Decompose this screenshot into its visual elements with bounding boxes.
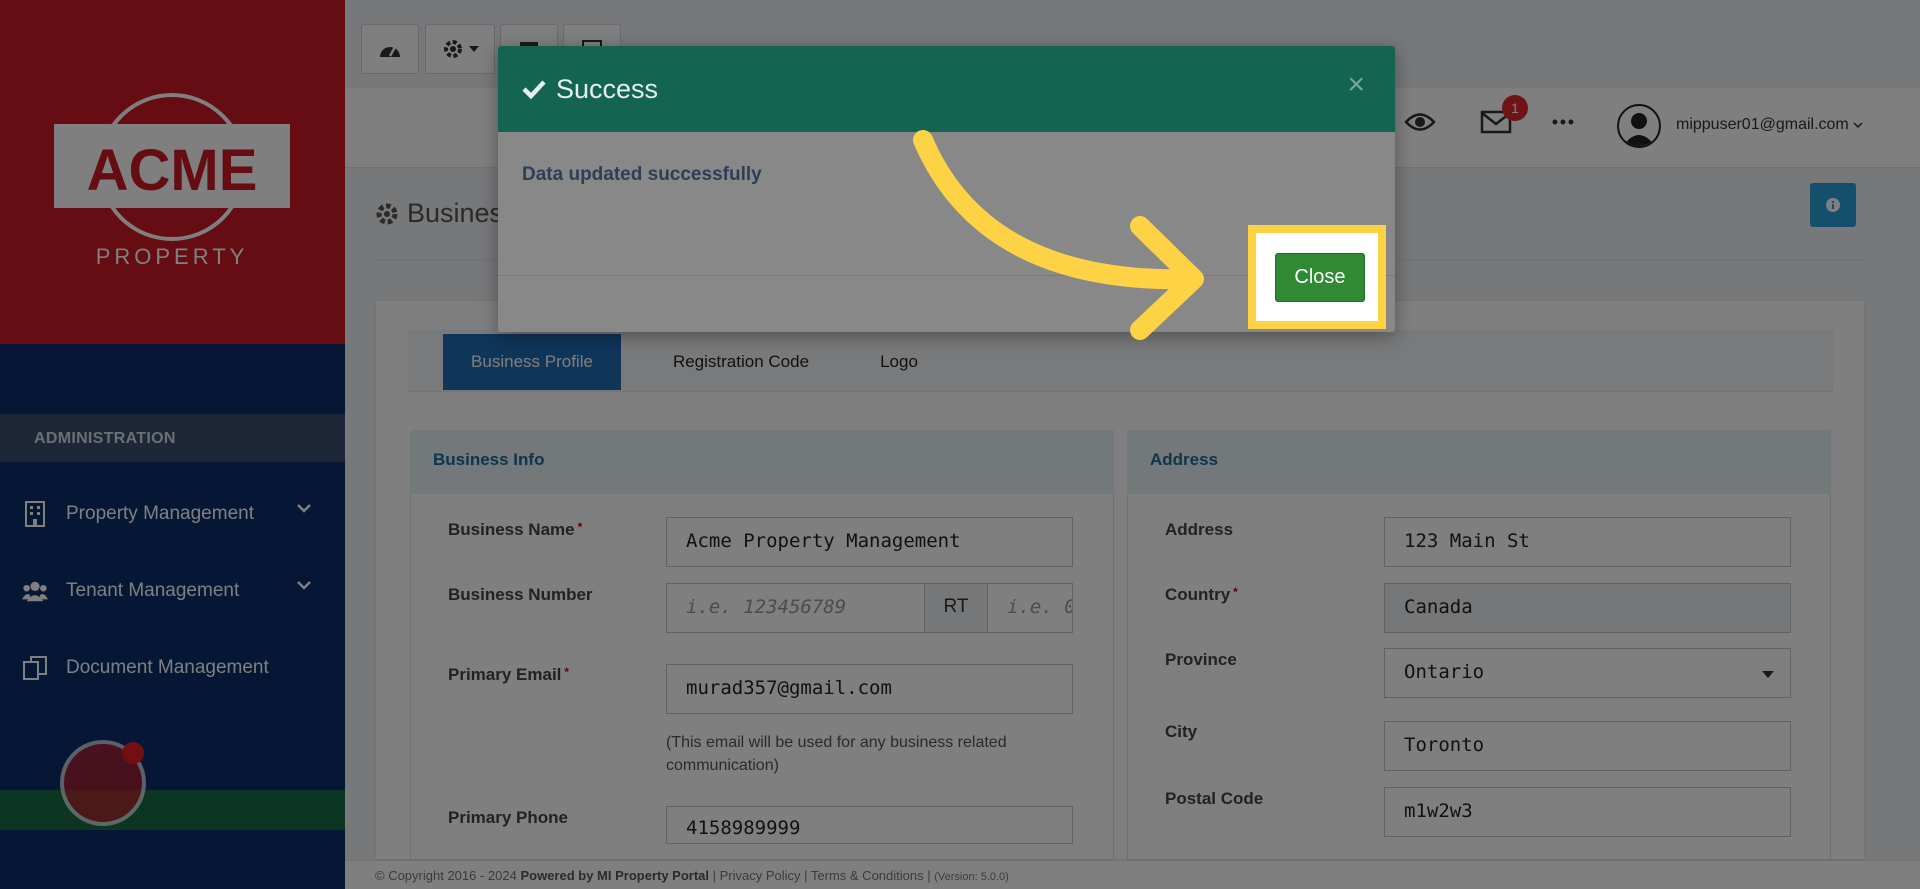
- checkmark-icon: [522, 80, 546, 99]
- close-button[interactable]: Close: [1275, 253, 1365, 302]
- modal-title: Success: [556, 73, 659, 104]
- modal-message: Data updated successfully: [522, 164, 762, 185]
- modal-header: Success: [498, 46, 1395, 132]
- modal-close-x-button[interactable]: ×: [1347, 68, 1365, 102]
